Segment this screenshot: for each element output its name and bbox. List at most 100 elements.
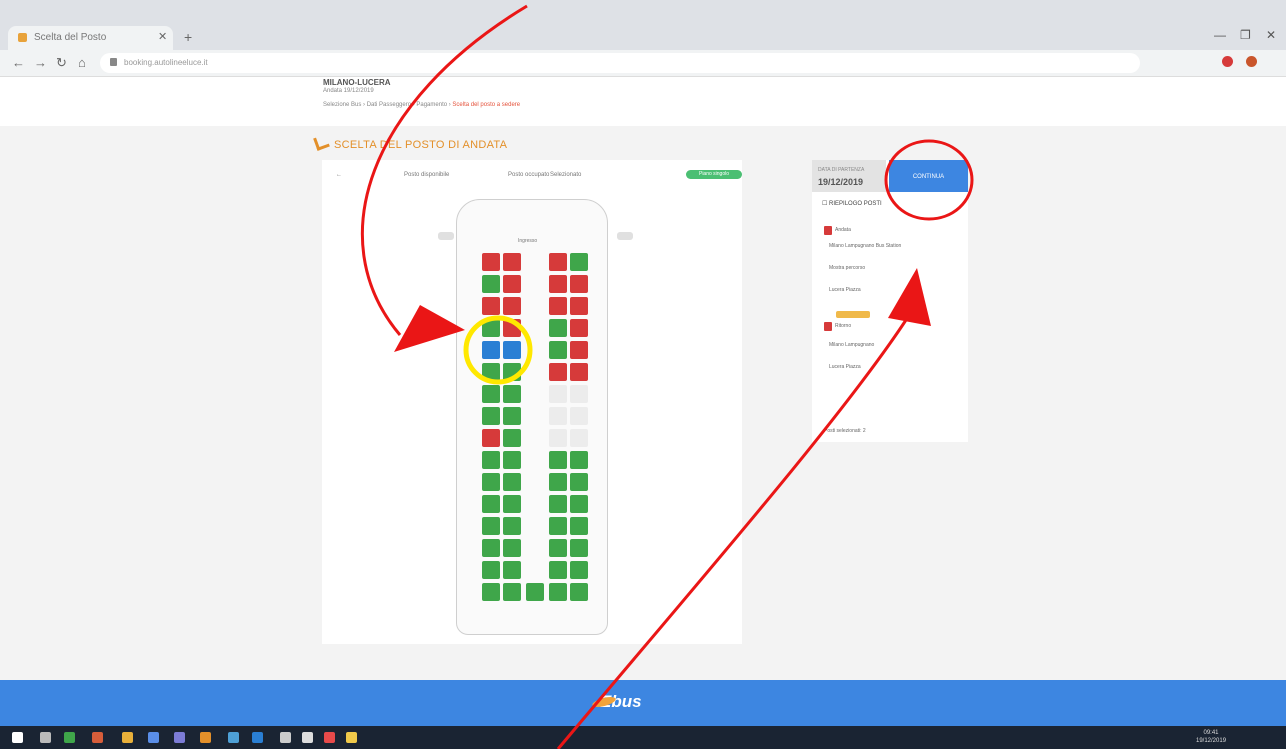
back-icon[interactable]: ← xyxy=(12,55,25,70)
reload-icon[interactable]: ↻ xyxy=(56,55,67,71)
app-icon-3[interactable] xyxy=(122,732,133,743)
seat-free[interactable] xyxy=(570,561,588,579)
maximize-button[interactable]: ❐ xyxy=(1240,28,1251,42)
app-icon-5[interactable] xyxy=(174,732,185,743)
andata-line-2[interactable]: Mostra percorso xyxy=(829,265,939,272)
seat-free[interactable] xyxy=(549,341,567,359)
seat-free[interactable] xyxy=(482,561,500,579)
seat-free[interactable] xyxy=(570,495,588,513)
seat-free[interactable] xyxy=(570,451,588,469)
seat-free[interactable] xyxy=(482,363,500,381)
browser-tab[interactable]: Scelta del Posto ✕ xyxy=(8,26,173,50)
close-tab-icon[interactable]: ✕ xyxy=(158,30,167,43)
summary-title: ☐ RIEPILOGO POSTI xyxy=(822,201,882,207)
seat-free[interactable] xyxy=(482,385,500,403)
summary-title-text: RIEPILOGO POSTI xyxy=(829,201,882,207)
windows-start-icon[interactable] xyxy=(12,732,23,743)
seat-free[interactable] xyxy=(482,473,500,491)
seat-free[interactable] xyxy=(570,473,588,491)
seat-free[interactable] xyxy=(482,275,500,293)
date-value: 19/12/2019 xyxy=(818,177,864,187)
seat-free[interactable] xyxy=(503,429,521,447)
seat-free[interactable] xyxy=(570,539,588,557)
seat-taken xyxy=(549,297,567,315)
clock-date: 19/12/2019 xyxy=(1196,738,1227,744)
app-icon-2[interactable] xyxy=(92,732,103,743)
seat-free[interactable] xyxy=(549,319,567,337)
seat-free[interactable] xyxy=(503,495,521,513)
app-icon-4[interactable] xyxy=(148,732,159,743)
seat-taken xyxy=(503,297,521,315)
seat-free[interactable] xyxy=(549,583,567,601)
seat-free[interactable] xyxy=(549,495,567,513)
browser-tabbar: Scelta del Posto ✕ + — ❐ ✕ xyxy=(0,0,1286,50)
seat-free[interactable] xyxy=(482,451,500,469)
seat-free[interactable] xyxy=(570,583,588,601)
seat-sel[interactable] xyxy=(482,341,500,359)
seat-free[interactable] xyxy=(503,561,521,579)
task-view-icon[interactable] xyxy=(40,732,51,743)
seat-taken xyxy=(549,253,567,271)
ritorno-badge xyxy=(824,322,832,331)
address-bar[interactable]: booking.autolineeluce.it xyxy=(100,53,1140,73)
continue-button[interactable]: CONTINUA xyxy=(889,160,968,192)
seat-free[interactable] xyxy=(503,583,521,601)
legend-available: Posto disponibile xyxy=(404,172,450,178)
seat-free[interactable] xyxy=(503,517,521,535)
new-tab-button[interactable]: + xyxy=(184,29,192,45)
seat-free[interactable] xyxy=(549,451,567,469)
seat-free[interactable] xyxy=(503,363,521,381)
seat-icon xyxy=(313,134,330,151)
seat-taken xyxy=(482,253,500,271)
bus-entrance-label: Ingresso xyxy=(518,238,538,244)
seat-free[interactable] xyxy=(503,473,521,491)
app-icon-10[interactable] xyxy=(302,732,313,743)
taskbar-clock: 09:41 19/12/2019 xyxy=(1196,729,1226,745)
departure-date-box: DATA DI PARTENZA 19/12/2019 xyxy=(812,160,886,192)
seat-free[interactable] xyxy=(503,385,521,403)
seat-empty xyxy=(570,385,588,403)
site-footer xyxy=(0,680,1286,726)
app-icon-9[interactable] xyxy=(280,732,291,743)
seat-free[interactable] xyxy=(482,495,500,513)
close-window-button[interactable]: ✕ xyxy=(1266,28,1276,42)
url-text: booking.autolineeluce.it xyxy=(124,58,208,67)
page-header: MILANO-LUCERA Andata 19/12/2019 Selezion… xyxy=(323,78,520,108)
app-icon-6[interactable] xyxy=(200,732,211,743)
deck-pill[interactable]: Piano singolo xyxy=(686,170,742,179)
seat-taken xyxy=(570,363,588,381)
seat-taken xyxy=(570,297,588,315)
seat-free[interactable] xyxy=(549,561,567,579)
seat-empty xyxy=(570,429,588,447)
app-icon-12[interactable] xyxy=(346,732,357,743)
seat-free[interactable] xyxy=(526,583,544,601)
breadcrumb-steps[interactable]: Selezione Bus › Dati Passeggero › Pagame… xyxy=(323,102,451,108)
seat-free[interactable] xyxy=(482,517,500,535)
profile-avatar[interactable] xyxy=(1246,56,1257,67)
seat-free[interactable] xyxy=(503,407,521,425)
seat-empty xyxy=(549,385,567,403)
seat-free[interactable] xyxy=(549,539,567,557)
seat-free[interactable] xyxy=(503,451,521,469)
app-icon-8[interactable] xyxy=(252,732,263,743)
seat-free[interactable] xyxy=(570,253,588,271)
app-icon-11[interactable] xyxy=(324,732,335,743)
seat-sel[interactable] xyxy=(503,341,521,359)
minimize-button[interactable]: — xyxy=(1214,28,1226,42)
section-title-text: SCELTA DEL POSTO DI ANDATA xyxy=(334,139,508,151)
seat-free[interactable] xyxy=(549,517,567,535)
seat-free[interactable] xyxy=(549,473,567,491)
seat-free[interactable] xyxy=(482,583,500,601)
app-icon-7[interactable] xyxy=(228,732,239,743)
seat-free[interactable] xyxy=(482,407,500,425)
seat-free[interactable] xyxy=(503,539,521,557)
seat-free[interactable] xyxy=(482,539,500,557)
app-icon-1[interactable] xyxy=(64,732,75,743)
seat-free[interactable] xyxy=(570,517,588,535)
andata-line-1: Milano Lampugnano Bus Station xyxy=(829,243,902,249)
extension-icon[interactable] xyxy=(1222,56,1233,67)
seat-taken xyxy=(503,253,521,271)
home-icon[interactable]: ⌂ xyxy=(78,55,86,70)
forward-icon[interactable]: → xyxy=(34,55,47,70)
seat-free[interactable] xyxy=(482,319,500,337)
